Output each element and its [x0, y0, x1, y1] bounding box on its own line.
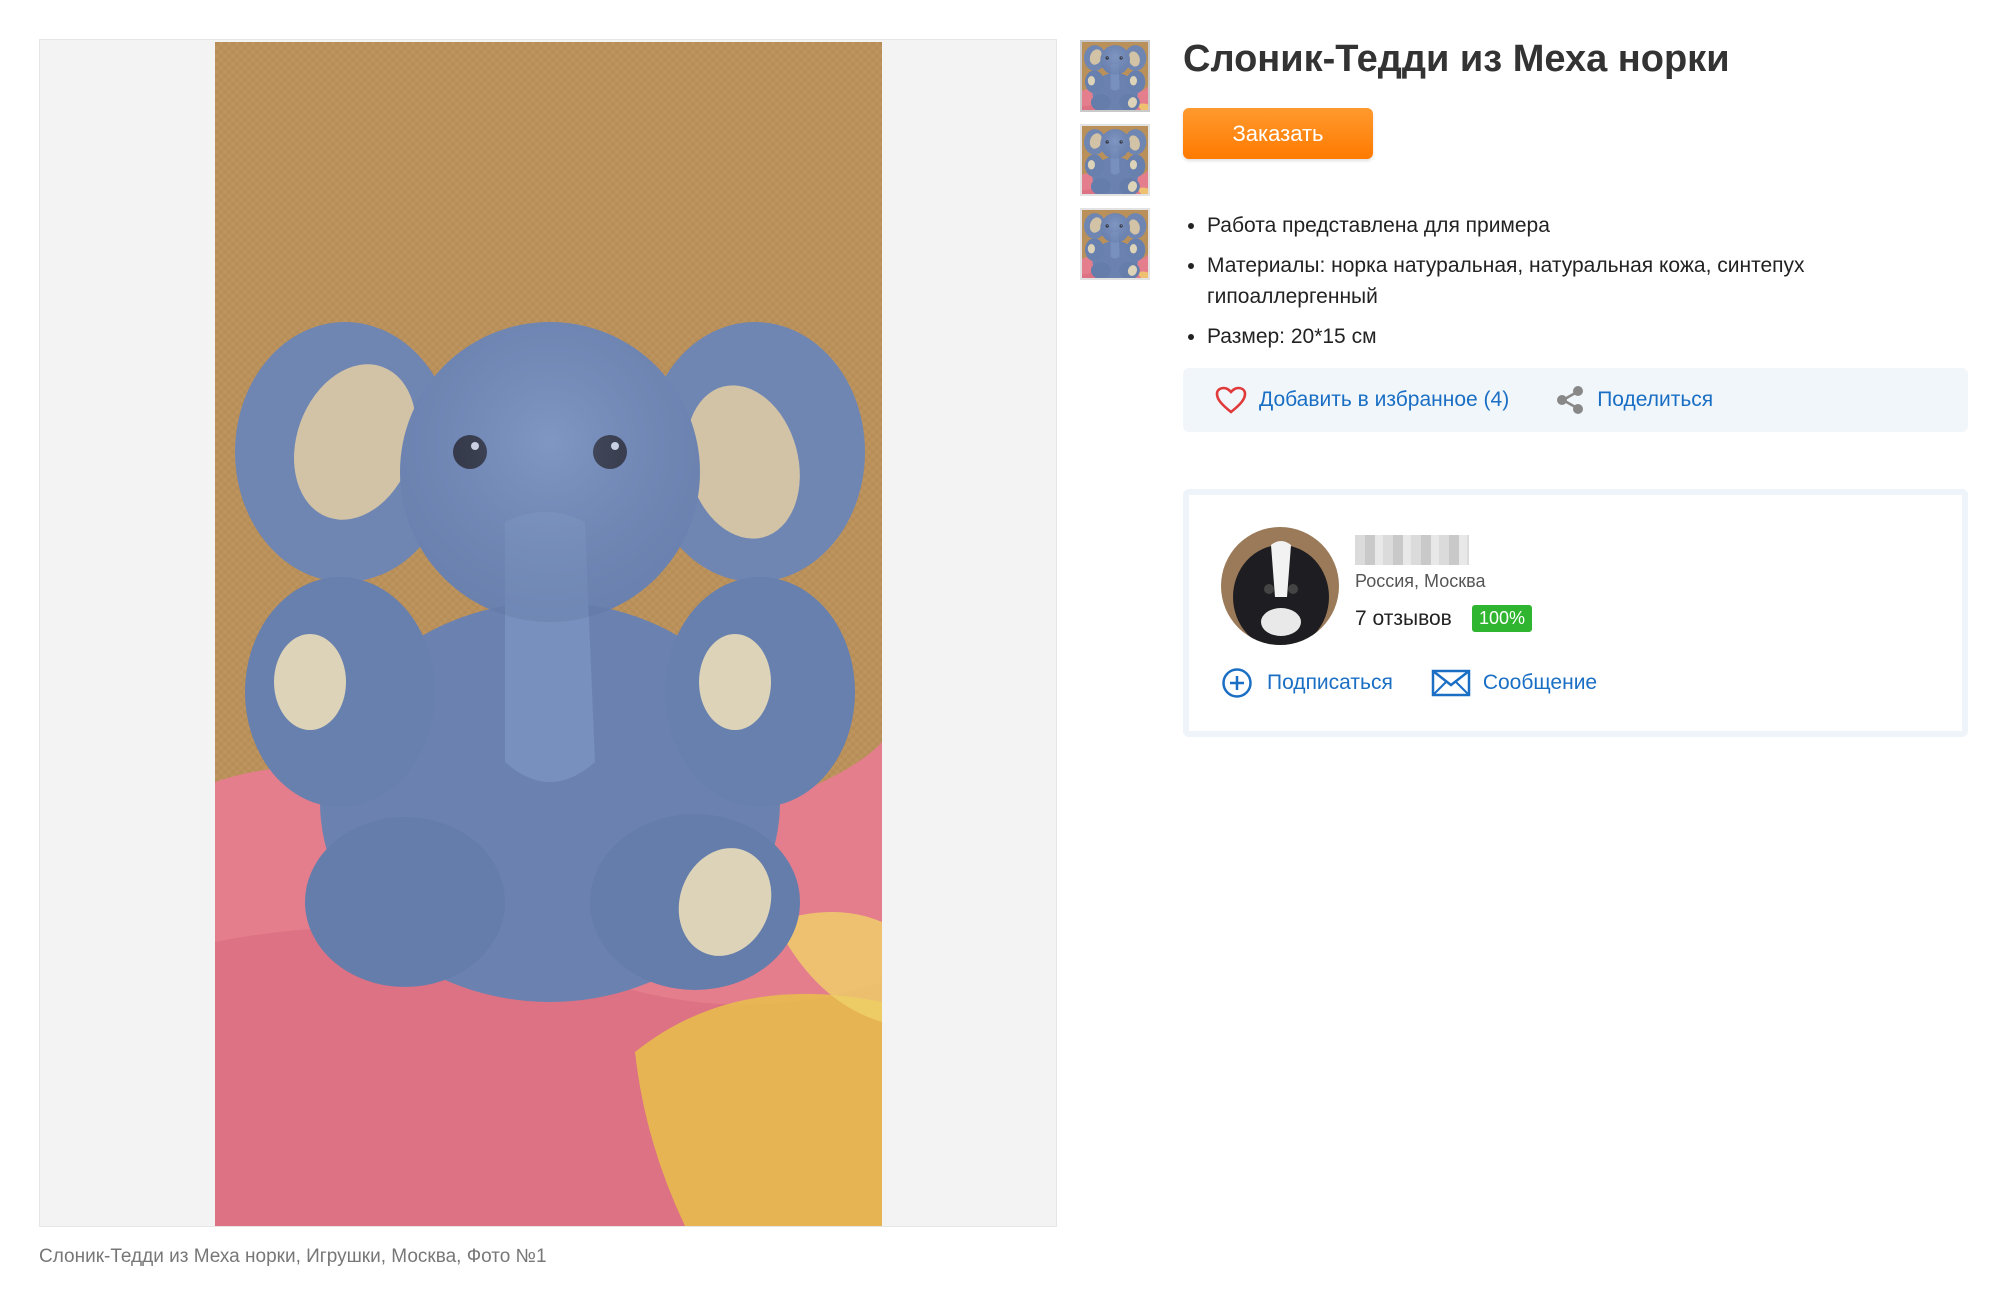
feature-item: Материалы: норка натуральная, натуральна… — [1207, 250, 1867, 312]
thumbnail-1[interactable] — [1080, 40, 1150, 112]
photo-caption: Слоник-Тедди из Меха норки, Игрушки, Мос… — [39, 1246, 547, 1267]
product-actions-bar: Добавить в избранное (4) Поделиться — [1183, 368, 1968, 432]
seller-card: Россия, Москва 7 отзывов 100% Подписатьс… — [1183, 489, 1968, 737]
order-button[interactable]: Заказать — [1183, 108, 1373, 159]
subscribe-button[interactable]: Подписаться — [1221, 667, 1393, 699]
message-label: Сообщение — [1482, 671, 1598, 694]
thumbnail-2[interactable] — [1080, 124, 1150, 196]
seller-actions: Подписаться Сообщение — [1221, 667, 1597, 699]
product-features: Работа представлена для примера Материал… — [1183, 210, 1867, 361]
subscribe-label: Подписаться — [1267, 671, 1393, 694]
seller-location: Россия, Москва — [1355, 571, 1486, 591]
feature-item: Работа представлена для примера — [1207, 210, 1867, 241]
share-icon — [1557, 386, 1584, 414]
message-button[interactable]: Сообщение — [1431, 667, 1597, 699]
seller-reviews-link[interactable]: 7 отзывов — [1355, 607, 1452, 631]
share-label: Поделиться — [1597, 388, 1714, 411]
favorites-label: Добавить в избранное (4) — [1259, 388, 1510, 411]
add-to-favorites-button[interactable]: Добавить в избранное (4) — [1215, 386, 1509, 414]
thumbnail-list — [1080, 40, 1150, 292]
plus-circle-icon — [1222, 668, 1252, 698]
share-button[interactable]: Поделиться — [1555, 385, 1713, 415]
envelope-icon — [1431, 669, 1471, 697]
heart-icon — [1215, 386, 1247, 414]
seller-rating-badge: 100% — [1472, 605, 1533, 632]
product-gallery — [39, 39, 1057, 1227]
product-title: Слоник-Тедди из Меха норки — [1183, 38, 1730, 80]
seller-name-blurred[interactable] — [1355, 535, 1469, 565]
thumbnail-3[interactable] — [1080, 208, 1150, 280]
seller-avatar[interactable] — [1221, 527, 1339, 645]
main-product-photo[interactable] — [215, 42, 882, 1226]
feature-item: Размер: 20*15 см — [1207, 321, 1867, 352]
